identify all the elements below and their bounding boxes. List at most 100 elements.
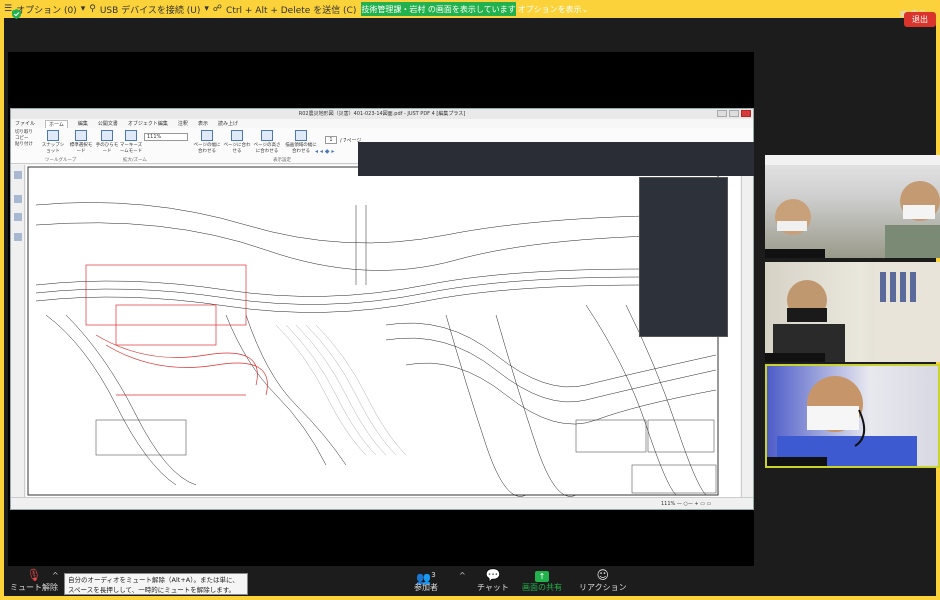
share-screen-icon: ↑ (522, 568, 562, 582)
close-button[interactable] (741, 110, 751, 117)
cad-drawing-page[interactable] (26, 165, 740, 497)
zoom-level-select[interactable]: 111% (144, 133, 188, 141)
zoom-top-bar (4, 18, 936, 34)
view-options-label: オプションを表示 (517, 4, 582, 14)
reaction-label: リアクション (579, 583, 627, 592)
marquee-zoom-button[interactable]: マーキーズームモード (119, 130, 143, 154)
participant-video-tile[interactable] (765, 155, 940, 258)
status-zoom-readout[interactable]: 111% — ○— + ▭ ▭ (661, 501, 711, 507)
screen-share-banner: 技術管理課・岩村 の画面を表示しています (361, 2, 516, 16)
magnifier-icon (125, 130, 137, 141)
page-nav-arrows[interactable]: ◂ ◂ ◆ ▸ (315, 148, 334, 155)
side-overlay-panel (639, 177, 728, 337)
chevron-down-icon: ▾ (204, 4, 209, 14)
participant-video (773, 262, 940, 362)
fit-page-icon (231, 130, 243, 141)
fit-visible-button[interactable]: 描画領域の幅に合わせる (285, 130, 317, 154)
chevron-down-icon: ▾ (80, 4, 86, 14)
chat-label: チャット (477, 583, 509, 592)
reaction-button[interactable]: ☺ リアクション (579, 568, 627, 593)
usb-connect-menu[interactable]: USB デバイスを接続 (U) (100, 3, 201, 16)
participant-video-tile-active[interactable] (765, 364, 940, 468)
leave-meeting-button[interactable]: 退出 (904, 12, 936, 27)
hand-mode-button[interactable]: 手のひらモード (95, 130, 119, 154)
reaction-icon: ☺ (596, 568, 610, 582)
meeting-toolbar: 🎙 ミュート解除 ^ 自分のオーディオをミュート解除（Alt+A）。または単に、… (4, 566, 936, 596)
network-icon: ☍ (212, 4, 223, 14)
standard-mode-button[interactable]: 標準選択モード (69, 130, 93, 154)
clipboard-group: 切り取り コピー 貼り付け (15, 130, 33, 148)
maximize-button[interactable] (729, 110, 739, 117)
right-panel-rail (741, 165, 753, 497)
menu-icon[interactable]: ☰ (4, 4, 12, 14)
pdf-status-bar: 111% — ○— + ▭ ▭ (11, 497, 753, 509)
bookmark-icon[interactable] (14, 195, 22, 203)
chevron-up-icon[interactable]: ^ (52, 571, 59, 580)
layers-icon[interactable] (14, 213, 22, 221)
fit-height-button[interactable]: ページの高さに合わせる (253, 130, 281, 154)
fit-page-button[interactable]: ページに合わせる (223, 130, 251, 154)
tab-object-edit[interactable]: オブジェクト編集 (128, 120, 168, 127)
send-ctrl-alt-del-button[interactable]: Ctrl + Alt + Delete を送信 (C) (226, 3, 356, 16)
cursor-icon (75, 130, 87, 141)
marquee-zoom-label: マーキーズームモード (119, 143, 143, 154)
share-screen-button[interactable]: ↑ 画面の共有 (522, 568, 562, 593)
standard-mode-label: 標準選択モード (69, 143, 93, 154)
fit-page-label: ページに合わせる (223, 143, 251, 154)
screen-root: ☰ オプション (0) ▾ ⚲ USB デバイスを接続 (U) ▾ ☍ Ctrl… (0, 0, 940, 600)
microphone-muted-icon: 🎙 (26, 568, 42, 582)
tab-file[interactable]: ファイル (15, 120, 35, 127)
hand-mode-label: 手のひらモード (95, 143, 119, 154)
hand-icon (101, 130, 113, 141)
shield-icon[interactable] (12, 9, 21, 19)
status-zoom-value: 111% (661, 501, 676, 507)
tab-public-doc[interactable]: 公開文書 (98, 120, 118, 127)
participants-button[interactable]: 👥3 参加者 (414, 568, 438, 593)
view-options-button[interactable]: オプションを表示 ⌄ (517, 2, 589, 16)
participant-name-strip (765, 353, 825, 362)
participant-video-tile[interactable] (765, 262, 940, 362)
unmute-label: ミュート解除 (10, 583, 58, 592)
snapshot-label: スナップショット (41, 143, 65, 154)
participants-label: 参加者 (414, 583, 438, 592)
pdf-window-title: R02農災地形図（災害）401-023-14図面.pdf - JUST PDF … (11, 109, 753, 119)
participant-video (765, 155, 940, 258)
camera-icon (47, 130, 59, 141)
unmute-button[interactable]: 🎙 ミュート解除 (10, 568, 58, 593)
minimize-button[interactable] (717, 110, 727, 117)
attachments-icon[interactable] (14, 233, 22, 241)
fit-height-icon (261, 130, 273, 141)
remote-options-menu[interactable]: オプション (0) (16, 3, 77, 16)
chat-button[interactable]: 💬 チャット (477, 568, 509, 593)
ribbon-tabs: ファイル ホーム 編集 公開文書 オブジェクト編集 注釈 表示 読み上げ (11, 119, 753, 128)
tab-home[interactable]: ホーム (45, 119, 68, 128)
tab-read-aloud[interactable]: 読み上げ (218, 120, 238, 127)
chevron-up-icon[interactable]: ^ (459, 571, 466, 580)
snapshot-button[interactable]: スナップショット (41, 130, 65, 154)
usb-icon: ⚲ (89, 4, 96, 14)
group-zoom-label: 拡大/ズーム (123, 158, 147, 163)
fit-width-label: ページの幅に合わせる (193, 143, 221, 154)
tab-edit[interactable]: 編集 (78, 120, 88, 127)
left-panel-rail (11, 165, 25, 497)
participants-count: 3 (431, 571, 436, 579)
group-tools-label: ツールグループ (45, 158, 77, 163)
annotation-overlay-panel (358, 142, 754, 176)
page-thumbnail-icon[interactable] (14, 171, 22, 179)
page-number-input[interactable]: 1 (325, 136, 337, 144)
unmute-tooltip: 自分のオーディオをミュート解除（Alt+A）。または単に、スペースを長押しして、… (64, 573, 248, 595)
fit-width-button[interactable]: ページの幅に合わせる (193, 130, 221, 154)
window-controls (717, 110, 751, 117)
participant-name-strip (765, 249, 825, 258)
share-screen-label: 画面の共有 (522, 583, 562, 592)
fit-height-label: ページの高さに合わせる (253, 143, 281, 154)
participant-name-strip (767, 457, 827, 466)
fit-visible-label: 描画領域の幅に合わせる (285, 143, 317, 154)
paste-button[interactable]: 貼り付け (15, 142, 33, 148)
tab-view[interactable]: 表示 (198, 120, 208, 127)
group-display-label: 表示設定 (273, 158, 291, 163)
chat-icon: 💬 (485, 568, 501, 582)
tab-annotation[interactable]: 注釈 (178, 120, 188, 127)
participants-icon: 👥3 (416, 571, 436, 585)
fit-visible-icon (295, 130, 307, 141)
